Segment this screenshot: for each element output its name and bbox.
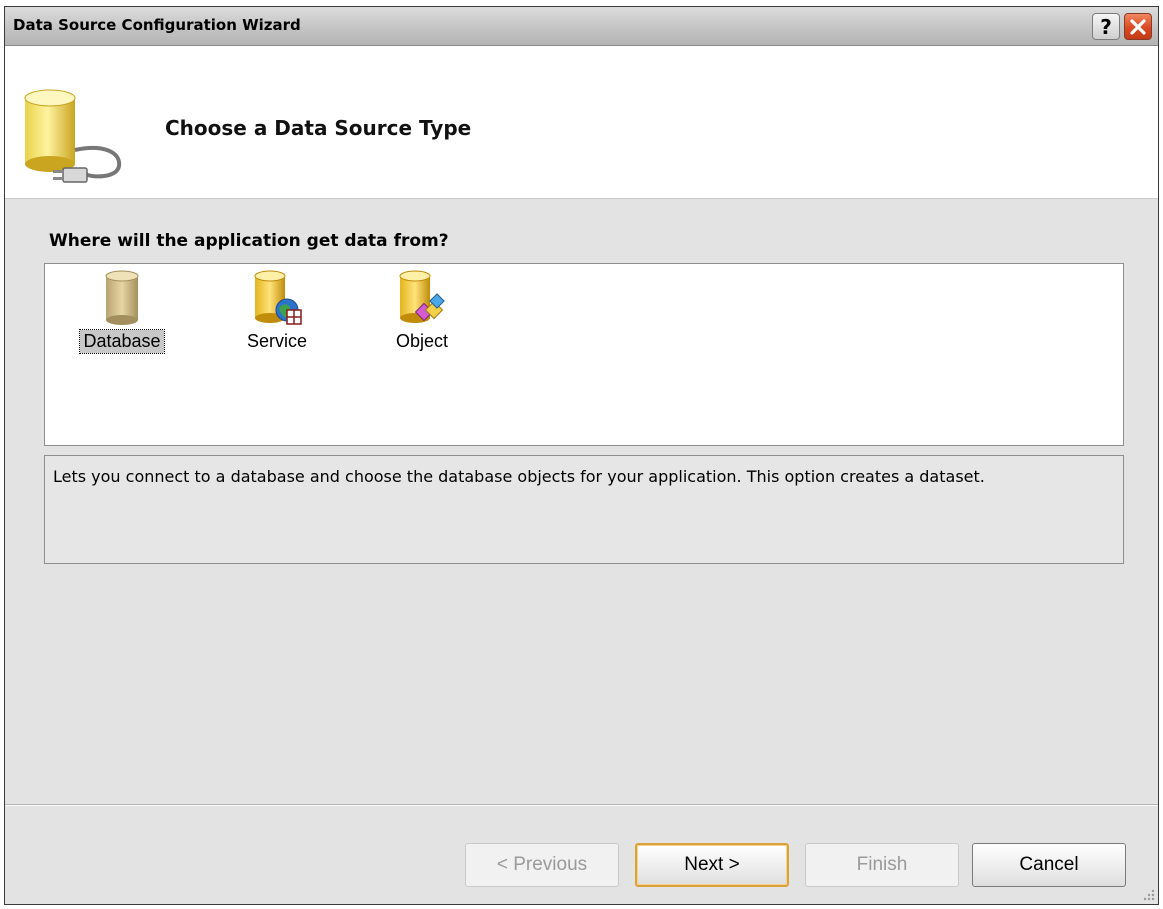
list-item-label: Database (79, 329, 165, 354)
source-type-list[interactable]: Database Service Object (44, 263, 1124, 446)
service-icon (254, 270, 302, 325)
next-button-label: Next > (684, 854, 740, 875)
wizard-header: Choose a Data Source Type (5, 46, 1158, 199)
database-plug-icon (24, 89, 122, 183)
help-button[interactable]: ? (1092, 13, 1120, 40)
page-title: Choose a Data Source Type (165, 116, 472, 140)
resize-grip-icon[interactable] (1142, 888, 1156, 902)
cancel-button-label: Cancel (1019, 854, 1079, 875)
close-button[interactable] (1124, 13, 1152, 40)
close-icon (1130, 18, 1146, 35)
help-icon: ? (1100, 14, 1112, 39)
object-icon (399, 270, 445, 323)
footer-separator (5, 804, 1158, 806)
title-bar[interactable]: Data Source Configuration Wizard ? (5, 7, 1158, 46)
previous-button[interactable]: < Previous (465, 843, 619, 887)
window-title: Data Source Configuration Wizard (13, 16, 301, 34)
description-text: Lets you connect to a database and choos… (53, 467, 985, 486)
wizard-window: Data Source Configuration Wizard ? Choos… (4, 6, 1159, 905)
finish-button-label: Finish (856, 854, 908, 875)
list-item-object[interactable]: Object (367, 268, 477, 353)
next-button[interactable]: Next > (635, 843, 789, 887)
finish-button[interactable]: Finish (805, 843, 959, 887)
description-panel: Lets you connect to a database and choos… (44, 455, 1124, 564)
list-item-service[interactable]: Service (222, 268, 332, 353)
database-icon (105, 270, 139, 325)
previous-button-label: < Previous (496, 854, 588, 875)
source-question-label: Where will the application get data from… (49, 231, 449, 251)
list-item-database[interactable]: Database (67, 268, 177, 354)
cancel-button[interactable]: Cancel (972, 843, 1126, 887)
list-item-label: Object (395, 331, 449, 351)
list-item-label: Service (246, 331, 308, 351)
